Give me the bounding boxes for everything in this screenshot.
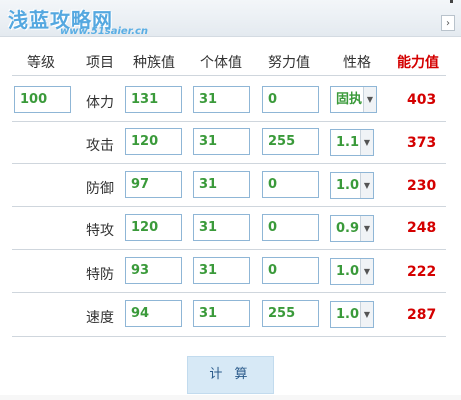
nature-select-defense[interactable]: 1.0 ▼ [330,172,374,199]
row-divider [12,75,446,76]
iv-input-defense[interactable]: 31 [193,171,250,198]
base-input-attack[interactable]: 120 [125,128,182,155]
nature-value-sp-defense: 1.0 [336,264,360,279]
corner-dot [450,0,453,3]
stat-label-sp-attack: 特攻 [86,223,114,239]
header-item: 项目 [86,55,114,71]
stat-label-hp: 体力 [86,95,114,111]
level-input[interactable]: 100 [14,86,71,113]
nature-select-sp-defense[interactable]: 1.0 ▼ [330,258,374,285]
base-input-hp[interactable]: 131 [125,86,182,113]
iv-input-sp-attack[interactable]: 31 [193,214,250,241]
header-iv: 个体值 [200,55,242,71]
base-input-sp-attack[interactable]: 120 [125,214,182,241]
header-ev: 努力值 [268,55,310,71]
nature-value-speed: 1.0 [336,307,360,322]
chevron-right-icon[interactable]: › [441,15,455,31]
dropdown-arrow-icon[interactable]: ▼ [360,302,373,327]
dropdown-arrow-icon[interactable]: ▼ [360,130,373,155]
dropdown-arrow-icon[interactable]: ▼ [360,259,373,284]
ev-input-attack[interactable]: 255 [262,128,319,155]
stat-result-sp-defense: 222 [407,264,437,280]
row-divider [12,163,446,164]
nature-value-defense: 1.0 [336,178,360,193]
row-divider [12,336,446,337]
ev-input-sp-attack[interactable]: 0 [262,214,319,241]
header-base-stat: 种族值 [133,55,175,71]
row-divider [12,206,446,207]
stat-label-sp-defense: 特防 [86,267,114,283]
dropdown-arrow-icon[interactable]: ▼ [360,216,373,241]
nature-value-sp-attack: 0.9 [336,221,360,236]
base-input-defense[interactable]: 97 [125,171,182,198]
stat-result-sp-attack: 248 [407,220,437,236]
top-bar: 浅蓝攻略网 www.51saier.cn › [0,0,461,37]
header-nature: 性格 [343,55,371,71]
iv-input-attack[interactable]: 31 [193,128,250,155]
iv-input-speed[interactable]: 31 [193,300,250,327]
stat-result-hp: 403 [407,92,437,108]
base-input-sp-defense[interactable]: 93 [125,257,182,284]
ev-input-sp-defense[interactable]: 0 [262,257,319,284]
stat-result-attack: 373 [407,135,437,151]
site-watermark-url: www.51saier.cn [60,26,149,37]
iv-input-sp-defense[interactable]: 31 [193,257,250,284]
calculate-button[interactable]: 计 算 [187,356,274,394]
header-stat-value: 能力值 [397,55,439,71]
nature-select-attack[interactable]: 1.1 ▼ [330,129,374,156]
nature-select-sp-attack[interactable]: 0.9 ▼ [330,215,374,242]
ev-input-defense[interactable]: 0 [262,171,319,198]
dropdown-arrow-icon[interactable]: ▼ [360,173,373,198]
row-divider [12,249,446,250]
bottom-border [0,395,461,400]
row-divider [12,121,446,122]
row-divider [12,292,446,293]
stat-result-defense: 230 [407,178,437,194]
stat-label-attack: 攻击 [86,138,114,154]
nature-value-hp: 固执 [336,92,363,107]
ev-input-speed[interactable]: 255 [262,300,319,327]
nature-value-attack: 1.1 [336,135,360,150]
dropdown-arrow-icon[interactable]: ▼ [363,87,376,112]
nature-select-hp[interactable]: 固执 ▼ [330,86,377,113]
stat-label-defense: 防御 [86,181,114,197]
base-input-speed[interactable]: 94 [125,300,182,327]
nature-select-speed[interactable]: 1.0 ▼ [330,301,374,328]
ev-input-hp[interactable]: 0 [262,86,319,113]
stat-result-speed: 287 [407,307,437,323]
header-level: 等级 [27,55,55,71]
iv-input-hp[interactable]: 31 [193,86,250,113]
stat-label-speed: 速度 [86,310,114,326]
